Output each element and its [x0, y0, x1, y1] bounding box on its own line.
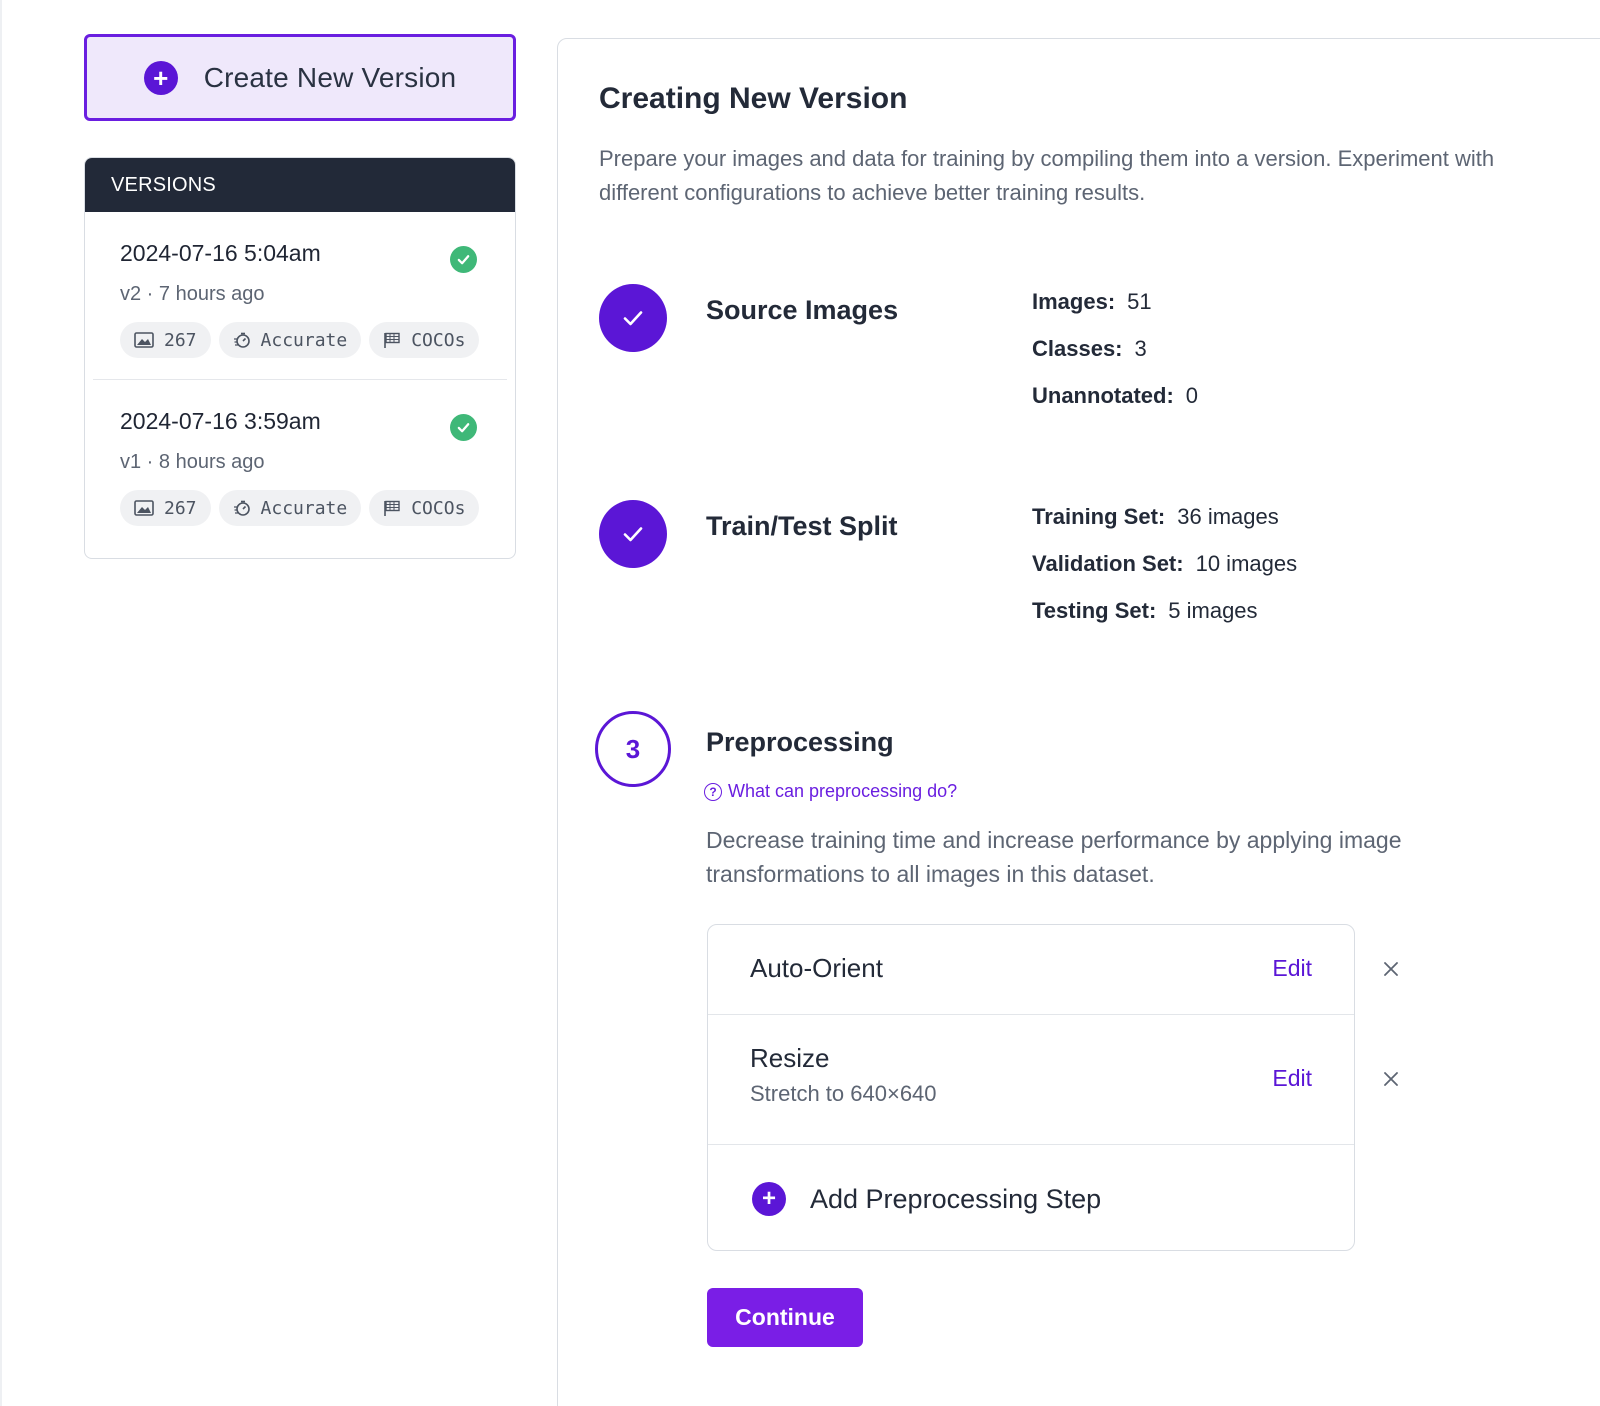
step-title-preprocessing: Preprocessing [706, 727, 894, 757]
image-count: 267 [164, 329, 197, 351]
preprocessing-step-resize: Resize Stretch to 640×640 Edit [708, 1015, 1354, 1145]
stat-value: 36 images [1177, 504, 1279, 529]
stat-value: 5 images [1168, 598, 1258, 623]
image-count-tag: 267 [120, 322, 211, 358]
plus-icon: + [752, 1182, 786, 1216]
stat-label: Testing Set: [1032, 598, 1157, 623]
edit-auto-orient-button[interactable]: Edit [1272, 955, 1312, 982]
version-date: 2024-07-16 5:04am [120, 240, 321, 266]
preprocessing-help-link[interactable]: ? What can preprocessing do? [704, 781, 957, 802]
add-preprocessing-step-button[interactable]: + Add Preprocessing Step [752, 1182, 1101, 1216]
speed-label: Accurate [260, 329, 348, 351]
plus-icon: + [143, 60, 178, 95]
step-complete-source-images [599, 284, 667, 352]
checkmark-icon [623, 311, 643, 326]
format-tag: COCOs [369, 322, 480, 358]
stat-row: Images: 51 [1032, 289, 1198, 336]
remove-auto-orient-button[interactable] [1379, 957, 1403, 981]
stat-value: 0 [1185, 383, 1199, 408]
stat-value: 3 [1134, 336, 1147, 361]
version-item-v1[interactable]: 2024-07-16 3:59am v1 · 8 hours ago 267 A… [93, 379, 507, 546]
version-tags: 267 Accurate COCOs [120, 490, 481, 526]
preprocessing-step-detail: Stretch to 640×640 [750, 1081, 937, 1106]
preprocessing-step-auto-orient: Auto-Orient Edit [708, 925, 1354, 1015]
format-label: COCOs [411, 497, 466, 519]
source-images-stats: Images: 51 Classes: 3 Unannotated: 0 [1032, 289, 1198, 430]
preprocessing-description: Decrease training time and increase perf… [706, 827, 1402, 887]
image-icon [134, 500, 154, 516]
create-new-version-button[interactable]: + Create New Version [84, 34, 516, 121]
add-step-label: Add Preprocessing Step [810, 1183, 1102, 1214]
speed-tag: Accurate [218, 322, 362, 358]
question-circle-icon: ? [704, 782, 722, 801]
help-link-label: What can preprocessing do? [728, 781, 958, 801]
step-complete-train-test-split [599, 500, 667, 568]
stopwatch-icon [233, 332, 250, 348]
stat-label: Validation Set: [1032, 551, 1184, 576]
versions-header: VERSIONS [85, 158, 515, 212]
image-count-tag: 267 [120, 490, 211, 526]
format-tag: COCOs [369, 490, 480, 526]
preprocessing-steps-list: Auto-Orient Edit Resize Stretch to 640×6… [707, 924, 1355, 1251]
image-count: 267 [164, 497, 197, 519]
flag-icon [384, 332, 400, 348]
stat-label: Images: [1032, 289, 1116, 314]
page-title: Creating New Version [599, 82, 908, 115]
image-icon [134, 332, 154, 348]
speed-tag: Accurate [218, 490, 362, 526]
train-test-split-stats: Training Set: 36 images Validation Set: 10… [1032, 504, 1297, 645]
close-icon [1384, 962, 1398, 976]
create-version-card: Creating New Version Prepare your images… [557, 38, 1600, 1406]
check-circle-icon [450, 246, 477, 273]
step-number-preprocessing: 3 [595, 711, 671, 787]
stat-row: Unannotated: 0 [1032, 383, 1198, 430]
version-meta: v2 · 7 hours ago [120, 283, 265, 305]
remove-resize-button[interactable] [1379, 1067, 1403, 1091]
version-tags: 267 Accurate COCOs [120, 322, 481, 358]
version-date: 2024-07-16 3:59am [120, 408, 321, 434]
flag-icon [384, 500, 400, 516]
speed-label: Accurate [260, 497, 348, 519]
stat-row: Testing Set: 5 images [1032, 598, 1297, 645]
stat-label: Training Set: [1032, 504, 1166, 529]
stat-label: Classes: [1032, 336, 1123, 361]
versions-panel: VERSIONS 2024-07-16 5:04am v2 · 7 hours … [84, 157, 516, 559]
stat-label: Unannotated: [1032, 383, 1174, 408]
preprocessing-step-name: Auto-Orient [750, 953, 883, 983]
stat-row: Classes: 3 [1032, 336, 1198, 383]
stat-row: Validation Set: 10 images [1032, 551, 1297, 598]
page-edge [0, 0, 2, 1406]
step-title-source-images: Source Images [706, 295, 899, 325]
checkmark-icon [623, 527, 643, 542]
close-icon [1384, 1072, 1398, 1086]
check-circle-icon [450, 414, 477, 441]
step-number: 3 [625, 733, 641, 764]
version-item-v2[interactable]: 2024-07-16 5:04am v2 · 7 hours ago 267 A… [85, 212, 515, 379]
preprocessing-step-name: Resize [750, 1043, 830, 1073]
stopwatch-icon [233, 500, 250, 516]
edit-resize-button[interactable]: Edit [1272, 1065, 1312, 1092]
step-title-train-test-split: Train/Test Split [706, 511, 898, 541]
stat-row: Training Set: 36 images [1032, 504, 1297, 551]
page-description: Prepare your images and data for trainin… [599, 146, 1495, 205]
stat-value: 51 [1127, 289, 1152, 314]
create-new-version-label: Create New Version [203, 61, 457, 93]
continue-button[interactable]: Continue [707, 1288, 863, 1347]
version-meta: v1 · 8 hours ago [120, 451, 265, 473]
stat-value: 10 images [1195, 551, 1298, 576]
format-label: COCOs [411, 329, 466, 351]
